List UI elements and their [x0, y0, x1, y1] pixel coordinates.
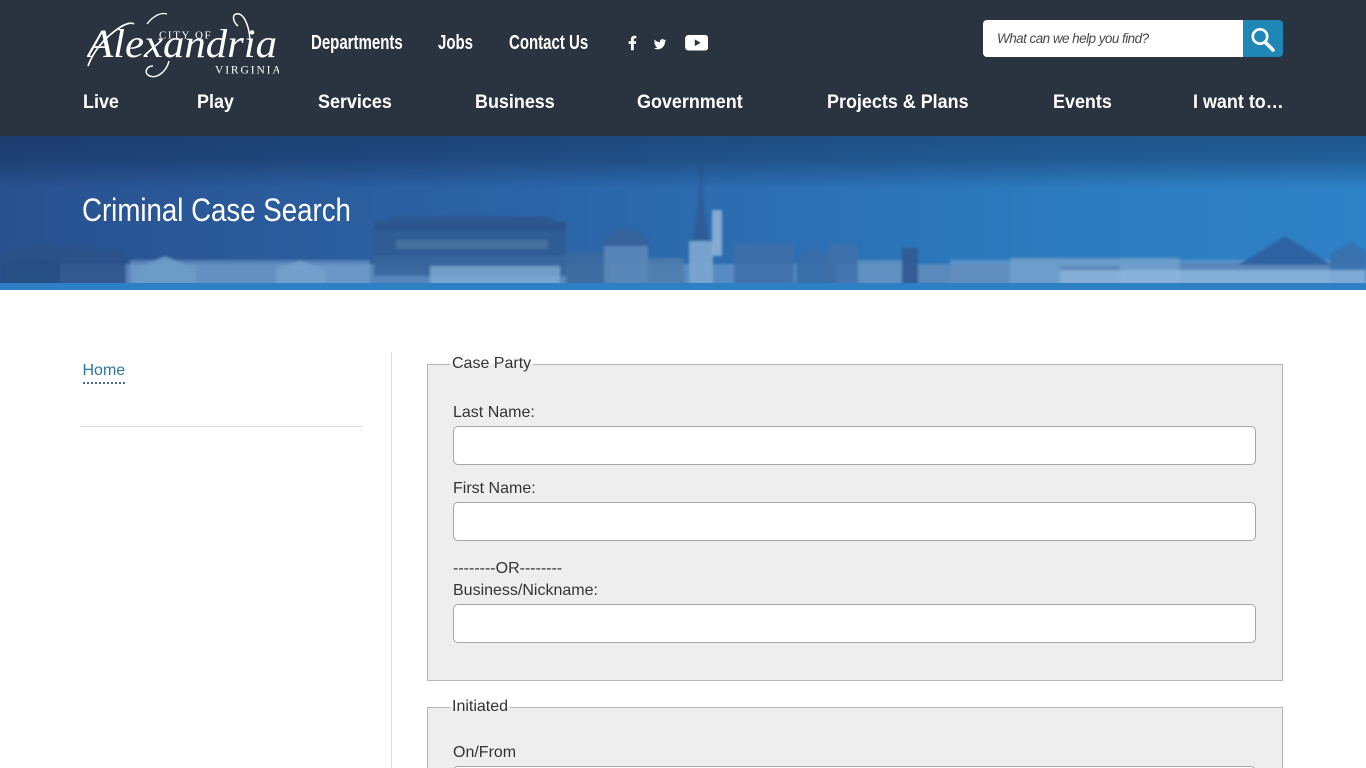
- svg-text:CITY OF: CITY OF: [159, 30, 212, 42]
- svg-text:VIRGINIA: VIRGINIA: [215, 65, 279, 77]
